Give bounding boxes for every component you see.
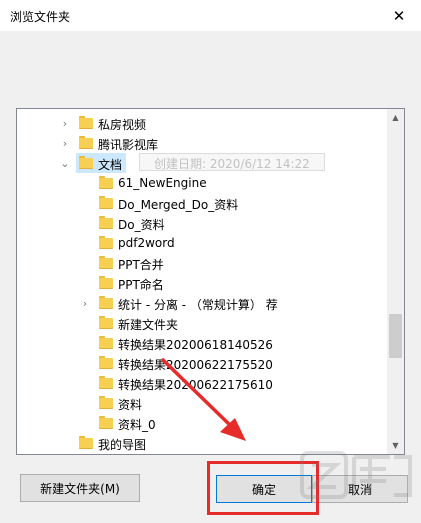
watermark-logo — [300, 451, 412, 499]
annotation-arrow — [161, 358, 246, 441]
